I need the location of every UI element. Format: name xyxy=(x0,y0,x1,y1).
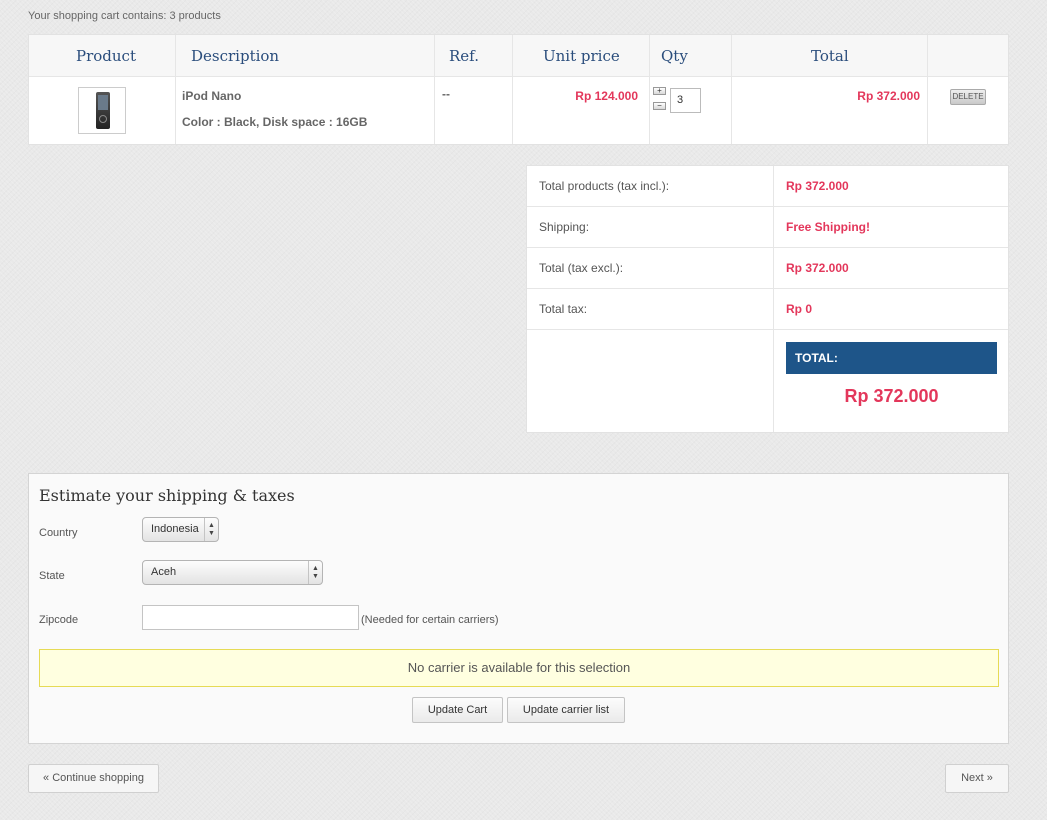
ipod-nano-thumbnail-icon[interactable] xyxy=(78,87,126,134)
next-button[interactable]: Next » xyxy=(945,764,1009,793)
totals-row: Total products (tax incl.): Rp 372.000 xyxy=(527,166,1008,207)
header-unit-price: Unit price xyxy=(543,47,620,65)
totals-row: Shipping: Free Shipping! xyxy=(527,207,1008,248)
zipcode-input[interactable] xyxy=(142,605,359,630)
select-arrows-icon: ▲ ▼ xyxy=(204,518,218,541)
country-value: Indonesia xyxy=(151,523,199,535)
totals-value: Free Shipping! xyxy=(786,220,870,234)
state-select[interactable]: Aceh ▲ ▼ xyxy=(142,560,323,585)
grand-total-value: Rp 372.000 xyxy=(844,386,939,406)
totals-label: Shipping: xyxy=(539,220,590,234)
cart-totals: Total products (tax incl.): Rp 372.000 S… xyxy=(526,165,1009,433)
grand-total-label: TOTAL: xyxy=(786,342,997,374)
quantity-input[interactable]: 3 xyxy=(670,88,701,113)
totals-label: Total tax: xyxy=(539,302,588,316)
header-description: Description xyxy=(191,47,280,65)
totals-value: Rp 372.000 xyxy=(786,261,849,275)
column-divider xyxy=(649,35,650,144)
shipping-estimate-panel: Estimate your shipping & taxes Country I… xyxy=(28,473,1009,744)
state-value: Aceh xyxy=(151,566,177,578)
header-ref: Ref. xyxy=(449,47,479,65)
country-label: Country xyxy=(39,527,78,539)
column-divider xyxy=(927,35,928,144)
product-attributes: Color : Black, Disk space : 16GB xyxy=(182,115,368,129)
qty-decrease-button[interactable]: − xyxy=(653,102,666,110)
column-divider xyxy=(512,35,513,144)
header-product: Product xyxy=(76,47,136,65)
unit-price: Rp 124.000 xyxy=(575,89,638,103)
column-divider xyxy=(434,35,435,144)
cart-table: Product Description Ref. Unit price Qty … xyxy=(28,34,1009,145)
zipcode-label: Zipcode xyxy=(39,614,79,626)
totals-label: Total products (tax incl.): xyxy=(539,179,670,193)
qty-increase-button[interactable]: + xyxy=(653,87,666,95)
continue-shopping-button[interactable]: « Continue shopping xyxy=(28,764,159,793)
update-carrier-list-button[interactable]: Update carrier list xyxy=(507,697,625,723)
column-divider xyxy=(731,35,732,144)
state-label: State xyxy=(39,570,65,582)
column-divider xyxy=(175,35,176,144)
header-total: Total xyxy=(811,47,849,65)
row-total: Rp 372.000 xyxy=(857,89,920,103)
cart-summary: Your shopping cart contains: 3 products xyxy=(28,10,221,22)
totals-row: Total (tax excl.): Rp 372.000 xyxy=(527,248,1008,289)
ipod-icon xyxy=(96,92,110,129)
totals-value: Rp 0 xyxy=(786,302,813,316)
carrier-notice: No carrier is available for this selecti… xyxy=(39,649,999,687)
product-ref: -- xyxy=(442,87,450,101)
country-select[interactable]: Indonesia ▲ ▼ xyxy=(142,517,219,542)
update-cart-button[interactable]: Update Cart xyxy=(412,697,503,723)
totals-row: Total tax: Rp 0 xyxy=(527,289,1008,330)
zipcode-hint: (Needed for certain carriers) xyxy=(361,614,499,626)
header-qty: Qty xyxy=(661,47,688,65)
product-name[interactable]: iPod Nano xyxy=(182,89,241,103)
select-arrows-icon: ▲ ▼ xyxy=(308,561,322,584)
estimate-title: Estimate your shipping & taxes xyxy=(39,486,295,505)
totals-label: Total (tax excl.): xyxy=(539,261,624,275)
totals-value: Rp 372.000 xyxy=(786,179,849,193)
delete-button[interactable]: DELETE xyxy=(950,89,986,105)
